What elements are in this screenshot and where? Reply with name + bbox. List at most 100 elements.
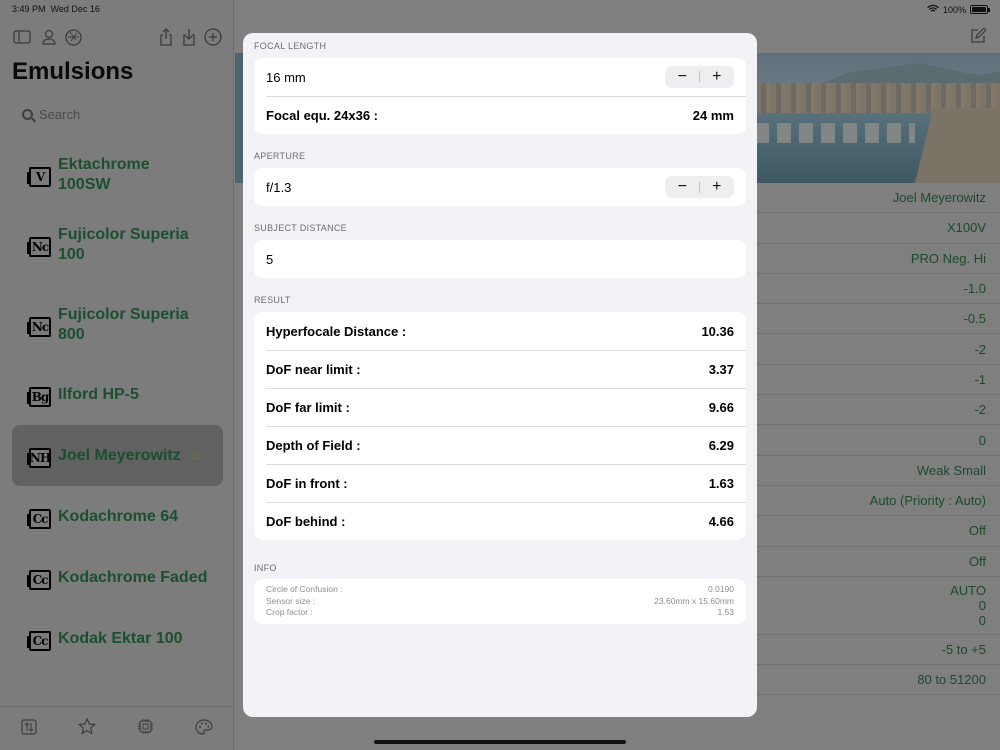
- search-icon: [22, 108, 33, 120]
- favorite-star-icon: ☆: [190, 447, 204, 463]
- increment-button[interactable]: +: [700, 176, 735, 198]
- subject-distance-field[interactable]: 5: [254, 240, 746, 278]
- film-canister-icon: NH: [27, 444, 52, 468]
- info-value: 1.53: [717, 607, 734, 617]
- list-item-label: Kodachrome Faded: [58, 568, 208, 586]
- battery-percent: 100%: [942, 4, 966, 15]
- property-value: -1.0: [755, 274, 1000, 305]
- dof-calculator-sheet: FOCAL LENGTH 16 mm − + Focal equ. 24x36 …: [243, 33, 757, 717]
- property-value: -5 to +5: [755, 635, 1000, 666]
- info-row: Crop factor : 1.53: [266, 607, 734, 619]
- info-label: Crop factor :: [266, 607, 313, 617]
- property-value: Auto (Priority : Auto): [755, 486, 1000, 517]
- result-row: DoF in front : 1.63: [254, 464, 746, 502]
- property-value: PRO Neg. Hi: [755, 244, 1000, 274]
- result-label: Depth of Field :: [266, 437, 361, 453]
- property-line: 0: [978, 612, 986, 628]
- star-icon[interactable]: [77, 717, 97, 739]
- aperture-icon[interactable]: [63, 28, 83, 46]
- property-value: Off: [755, 516, 1000, 547]
- home-indicator[interactable]: [374, 740, 626, 744]
- info-group: Circle of Confusion : 0.0190 Sensor size…: [254, 579, 746, 624]
- result-value: 4.66: [708, 513, 734, 529]
- list-item-label: Ektachrome 100SW: [58, 155, 150, 193]
- info-row: Circle of Confusion : 0.0190: [266, 584, 734, 596]
- search-field[interactable]: Search: [12, 102, 222, 126]
- focal-equivalent-label: Focal equ. 24x36 :: [266, 107, 378, 123]
- property-line: 0: [978, 597, 986, 613]
- result-row: DoF behind : 4.66: [254, 502, 746, 540]
- sort-icon[interactable]: [21, 718, 37, 739]
- section-header-focal-length: FOCAL LENGTH: [254, 41, 327, 51]
- list-item[interactable]: Bg Ilford HP-5: [12, 365, 223, 425]
- film-canister-icon: Nc: [27, 233, 52, 257]
- list-item[interactable]: V Ektachrome 100SW: [12, 144, 223, 205]
- sidebar: Emulsions Search V Ektachrome 100SW Nc F…: [0, 0, 234, 750]
- section-header-aperture: APERTURE: [254, 151, 306, 161]
- section-header-info: INFO: [254, 563, 277, 573]
- list-item-label: Fujicolor Superia 800: [58, 306, 189, 343]
- download-icon[interactable]: [179, 28, 199, 46]
- sidebar-title: Emulsions: [12, 58, 134, 85]
- property-line: AUTO: [950, 582, 986, 598]
- film-canister-icon: Cc: [27, 566, 52, 590]
- list-item[interactable]: Cc Kodachrome Faded: [12, 547, 223, 608]
- aperture-group: f/1.3 − +: [254, 168, 746, 206]
- sidebar-bottom-toolbar: [0, 706, 234, 750]
- compose-icon[interactable]: [970, 27, 987, 49]
- decrement-button[interactable]: −: [665, 66, 700, 88]
- result-value: 6.29: [708, 437, 734, 453]
- increment-button[interactable]: +: [700, 66, 735, 88]
- film-canister-icon: Bg: [27, 383, 52, 407]
- list-item-label: Kodachrome 64: [58, 507, 179, 525]
- property-value-multi: AUTO 0 0: [755, 577, 1000, 635]
- film-canister-icon: V: [27, 163, 52, 187]
- chip-icon[interactable]: [137, 718, 154, 739]
- focal-length-group: 16 mm − + Focal equ. 24x36 : 24 mm: [254, 58, 746, 134]
- sidebar-toggle-icon[interactable]: [12, 28, 32, 46]
- property-value: -1: [755, 365, 1000, 396]
- list-item[interactable]: Nc Fujicolor Superia 100: [12, 205, 223, 285]
- result-group: Hyperfocale Distance : 10.36 DoF near li…: [254, 312, 746, 540]
- list-item[interactable]: Cc Kodak Ektar 100: [12, 608, 223, 669]
- info-label: Sensor size :: [266, 595, 316, 606]
- film-canister-icon: Cc: [27, 505, 52, 529]
- property-value: Off: [755, 547, 1000, 577]
- list-item-selected[interactable]: NH Joel Meyerowitz ☆: [12, 425, 223, 486]
- status-bar: 3:49 PM Wed Dec 16 100%: [0, 0, 1000, 18]
- info-value: 0.0190: [708, 584, 734, 594]
- property-value: 80 to 51200: [755, 665, 1000, 696]
- subject-distance-value[interactable]: 5: [266, 252, 273, 267]
- aperture-stepper[interactable]: − +: [665, 176, 734, 198]
- list-item-label: Joel Meyerowitz: [58, 446, 181, 464]
- result-label: DoF behind :: [266, 513, 346, 529]
- result-value: 10.36: [701, 323, 734, 339]
- result-label: DoF far limit :: [266, 399, 350, 415]
- share-icon[interactable]: [156, 28, 176, 46]
- list-item-label: Ilford HP-5: [58, 386, 139, 403]
- emulsion-list: V Ektachrome 100SW Nc Fujicolor Superia …: [12, 144, 223, 669]
- palette-icon[interactable]: [195, 718, 213, 739]
- aperture-row: f/1.3 − +: [254, 168, 746, 206]
- aperture-value: f/1.3: [266, 179, 292, 195]
- search-placeholder: Search: [39, 106, 81, 122]
- property-value: -2: [755, 334, 1000, 365]
- list-item[interactable]: Nc Fujicolor Superia 800: [12, 285, 223, 365]
- property-value: 0: [755, 425, 1000, 456]
- add-icon[interactable]: [203, 28, 223, 46]
- list-item[interactable]: Cc Kodachrome 64: [12, 486, 223, 547]
- subject-distance-group: 5: [254, 240, 746, 278]
- wifi-icon: [927, 4, 939, 15]
- decrement-button[interactable]: −: [665, 176, 700, 198]
- focal-equivalent-row: Focal equ. 24x36 : 24 mm: [254, 96, 746, 134]
- result-value: 1.63: [708, 475, 734, 491]
- result-value: 3.37: [708, 361, 734, 377]
- person-icon[interactable]: [39, 28, 59, 46]
- focal-length-row: 16 mm − +: [254, 58, 746, 96]
- list-item-label: Fujicolor Superia 100: [58, 226, 189, 263]
- result-label: DoF near limit :: [266, 361, 361, 377]
- info-row: Sensor size : 23.60mm x 15.60mm: [266, 596, 734, 608]
- focal-length-stepper[interactable]: − +: [665, 66, 734, 88]
- result-label: DoF in front :: [266, 475, 348, 491]
- section-header-subject-distance: SUBJECT DISTANCE: [254, 223, 347, 233]
